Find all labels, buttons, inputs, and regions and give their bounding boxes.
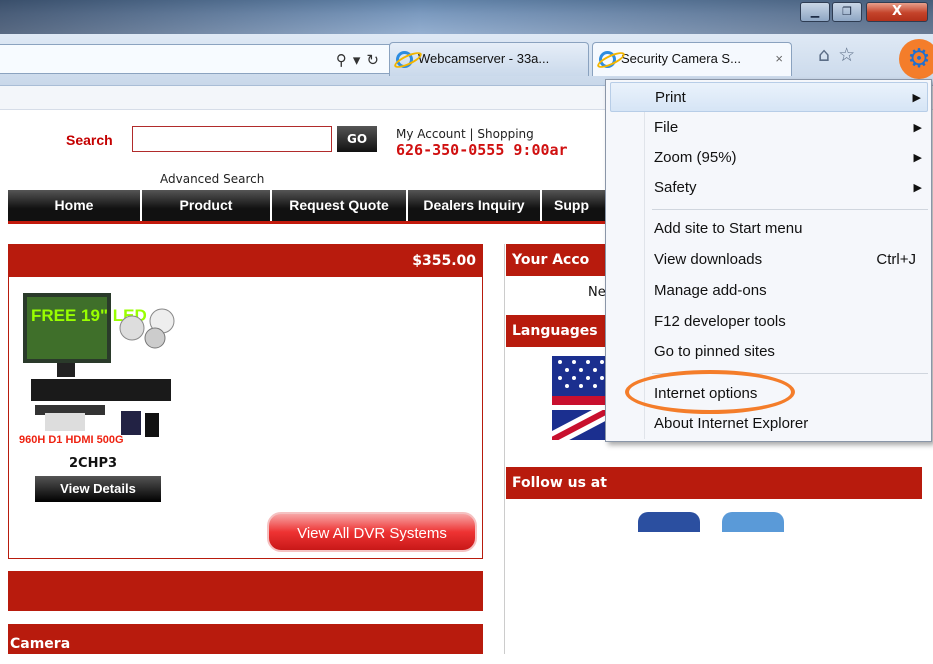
menu-item-pinned-sites[interactable]: Go to pinned sites [610, 337, 928, 367]
menu-separator [652, 209, 928, 210]
submenu-arrow-icon: ▶ [913, 122, 922, 134]
menu-item-label: Zoom (95%) [654, 149, 737, 166]
menu-item-safety[interactable]: Safety ▶ [610, 173, 928, 203]
menu-item-manage-addons[interactable]: Manage add-ons [610, 276, 928, 306]
social-icon-1[interactable] [638, 512, 700, 532]
toolbar-icons: ⌂ ☆ [818, 44, 855, 66]
menu-item-add-site[interactable]: Add site to Start menu [610, 214, 928, 244]
dome-camera-1 [119, 315, 145, 341]
submenu-arrow-icon: ▶ [913, 152, 922, 164]
menu-item-label: Go to pinned sites [654, 343, 775, 360]
menu-item-file[interactable]: File ▶ [610, 113, 928, 143]
gear-icon[interactable]: ⚙ [905, 45, 933, 73]
dropdown-icon[interactable]: ▾ [353, 51, 361, 69]
home-icon[interactable]: ⌂ [818, 44, 830, 66]
menu-item-label: Print [655, 89, 686, 106]
go-button[interactable]: GO [337, 126, 377, 152]
dome-camera-3 [144, 327, 166, 349]
menu-item-label: F12 developer tools [654, 313, 786, 330]
bullet-camera [45, 413, 85, 431]
title-bar-background [0, 0, 933, 34]
menu-item-zoom[interactable]: Zoom (95%) ▶ [610, 143, 928, 173]
menu-item-label: Safety [654, 179, 697, 196]
phone-device [145, 413, 159, 437]
dvr-unit [31, 379, 171, 401]
close-window-button[interactable]: X [866, 2, 928, 22]
menu-item-view-downloads[interactable]: View downloads Ctrl+J [610, 245, 928, 275]
tab-label: Webcamserver - 33a... [418, 51, 550, 66]
menu-item-label: View downloads [654, 251, 763, 268]
nav-request-quote[interactable]: Request Quote [272, 190, 408, 221]
ie-icon [599, 51, 616, 68]
favorites-icon[interactable]: ☆ [838, 44, 855, 66]
tab-label: Security Camera S... [621, 51, 741, 66]
phone-number: 626-350-0555 9:00ar [396, 141, 568, 159]
account-text: Ne [588, 285, 606, 300]
address-bar-tools: ⚲ ▾ ↻ [336, 51, 379, 69]
search-input[interactable] [132, 126, 332, 152]
follow-us-header: Follow us at [506, 467, 922, 499]
window-title-bar: ▁ ❐ X [0, 0, 933, 34]
tab-webcamserver[interactable]: Webcamserver - 33a... [389, 42, 589, 76]
refresh-icon[interactable]: ↻ [366, 51, 379, 69]
hard-drive [121, 411, 141, 435]
menu-item-print[interactable]: Print ▶ [610, 82, 928, 112]
view-details-button[interactable]: View Details [35, 476, 161, 502]
nav-home[interactable]: Home [8, 190, 142, 221]
menu-item-label: File [654, 119, 679, 136]
tab-security-camera[interactable]: Security Camera S... × [592, 42, 792, 76]
nav-dealers-inquiry[interactable]: Dealers Inquiry [408, 190, 542, 221]
camera-section-header: Camera [8, 624, 483, 654]
social-icon-2[interactable] [722, 512, 784, 532]
maximize-button[interactable]: ❐ [832, 2, 862, 22]
price-header: $355.00 [9, 245, 482, 277]
section-header-bar [8, 571, 483, 611]
menu-shortcut: Ctrl+J [876, 251, 916, 268]
submenu-arrow-icon: ▶ [912, 92, 921, 104]
nav-support[interactable]: Supp [542, 190, 608, 221]
search-label: Search [66, 132, 113, 148]
product-image[interactable]: FREE 19" LED 960H D1 HDMI 500G [17, 283, 183, 449]
view-all-dvr-button[interactable]: View All DVR Systems [267, 512, 477, 552]
ie-icon [396, 51, 413, 68]
product-name: 2CHP3 [69, 456, 118, 471]
internet-options-highlight-annotation [625, 370, 795, 414]
menu-item-developer-tools[interactable]: F12 developer tools [610, 307, 928, 337]
address-bar[interactable]: ⚲ ▾ ↻ [0, 44, 390, 74]
product-caption-text: 960H D1 HDMI 500G [19, 434, 124, 446]
product-box: $355.00 FREE 19" LED 960H D1 HDMI 500G 2… [8, 244, 483, 559]
close-tab-icon[interactable]: × [775, 43, 783, 75]
search-icon[interactable]: ⚲ [336, 51, 347, 69]
advanced-search-link[interactable]: Advanced Search [160, 172, 264, 186]
menu-item-about-ie[interactable]: About Internet Explorer [610, 409, 928, 439]
account-links[interactable]: My Account | Shopping [396, 127, 534, 141]
submenu-arrow-icon: ▶ [913, 182, 922, 194]
main-navigation: Home Product Request Quote Dealers Inqui… [8, 190, 608, 224]
menu-item-label: Add site to Start menu [654, 220, 803, 237]
nav-product[interactable]: Product [142, 190, 272, 221]
menu-item-label: About Internet Explorer [654, 415, 809, 432]
minimize-button[interactable]: ▁ [800, 2, 830, 22]
monitor-stand [57, 363, 75, 377]
menu-item-label: Manage add-ons [654, 282, 767, 299]
